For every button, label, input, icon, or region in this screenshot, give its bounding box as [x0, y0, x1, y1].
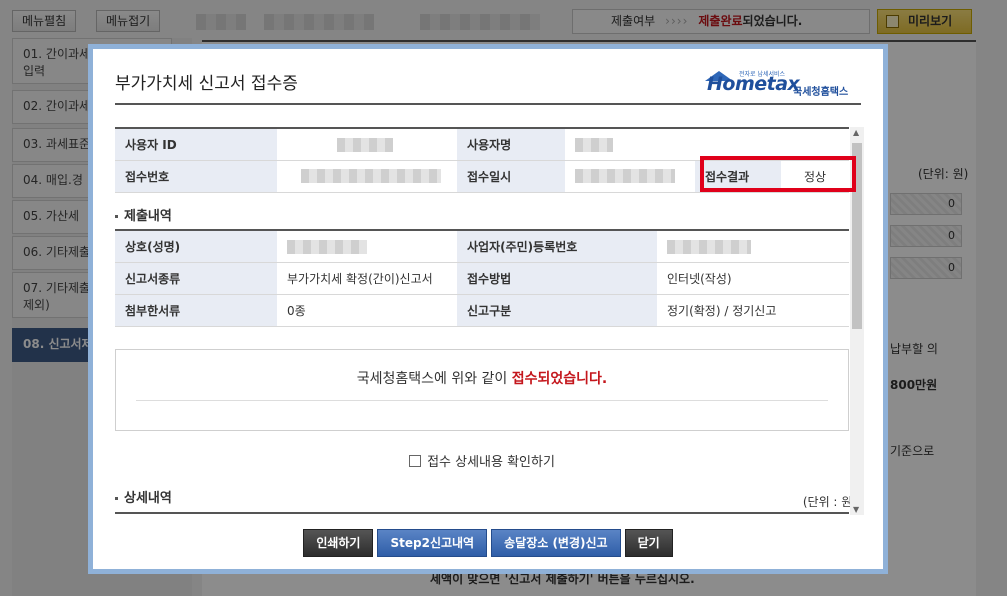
table-row: 신고서종류 부가가치세 확정(간이)신고서 접수방법 인터넷(작성) — [115, 262, 849, 295]
method-label: 접수방법 — [457, 262, 657, 295]
biz-no-value — [657, 229, 849, 263]
detail-check-row[interactable]: 접수 상세내용 확인하기 — [115, 451, 849, 470]
confirmation-message: 국세청홈택스에 위와 같이 접수되었습니다. — [116, 368, 848, 388]
section-label: 제출내역 — [124, 209, 172, 224]
detail-table — [115, 512, 849, 514]
user-name-label: 사용자명 — [457, 127, 565, 161]
blurred-value — [301, 169, 441, 184]
close-button[interactable]: 닫기 — [624, 529, 673, 557]
blurred-value — [575, 137, 613, 152]
modal-title: 부가가치세 신고서 접수증 — [115, 74, 298, 94]
hometax-logo: 전자로 납세서비스 Hometax 국세청홈택스 — [705, 69, 855, 101]
title-divider — [115, 103, 861, 105]
report-kind-value: 정기(확정) / 정기신고 — [657, 294, 849, 327]
message-text: 국세청홈택스에 위와 같이 — [356, 371, 512, 387]
report-kind-label: 신고구분 — [457, 294, 657, 327]
submission-section-title: 제출내역 — [115, 205, 172, 224]
modal-button-row: 인쇄하기 Step2신고내역 송달장소 (변경)신고 닫기 — [93, 529, 883, 557]
report-type-value: 부가가치세 확정(간이)신고서 — [277, 262, 457, 295]
print-button[interactable]: 인쇄하기 — [303, 529, 374, 557]
receipt-date-value — [565, 160, 695, 193]
bullet-icon — [115, 497, 118, 500]
detail-unit-label: (단위 : 원) — [802, 495, 857, 509]
step2-report-button[interactable]: Step2신고내역 — [377, 529, 488, 557]
receipt-no-label: 접수번호 — [115, 160, 277, 193]
company-value — [277, 229, 457, 263]
delivery-change-button[interactable]: 송달장소 (변경)신고 — [491, 529, 621, 557]
receipt-no-value — [277, 160, 457, 193]
user-id-value — [277, 127, 457, 161]
logo-subtitle: 국세청홈택스 — [793, 87, 849, 98]
logo-wordmark: Hometax — [707, 73, 800, 95]
blurred-value — [667, 239, 751, 254]
attach-value: 0종 — [277, 294, 457, 327]
table-row: 상호(성명) 사업자(주민)등록번호 — [115, 229, 849, 263]
checkbox-label: 접수 상세내용 확인하기 — [427, 455, 555, 470]
receipt-modal: 부가가치세 신고서 접수증 전자로 납세서비스 Hometax 국세청홈택스 사… — [88, 44, 888, 574]
blurred-value — [337, 137, 393, 152]
submission-table: 상호(성명) 사업자(주민)등록번호 신고서종류 부가가치세 확정(간이)신고서… — [115, 229, 849, 327]
bullet-icon — [115, 215, 118, 218]
method-value: 인터넷(작성) — [657, 262, 849, 295]
table-row: 첨부한서류 0종 신고구분 정기(확정) / 정기신고 — [115, 294, 849, 327]
receipt-date-label: 접수일시 — [457, 160, 565, 193]
result-highlight-box — [700, 156, 856, 192]
report-type-label: 신고서종류 — [115, 262, 277, 295]
blurred-value — [287, 239, 367, 254]
biz-no-label: 사업자(주민)등록번호 — [457, 229, 657, 263]
scroll-up-icon[interactable]: ▲ — [853, 128, 859, 137]
attach-label: 첨부한서류 — [115, 294, 277, 327]
detail-checkbox[interactable] — [409, 455, 422, 467]
section-label: 상세내역 — [124, 491, 172, 506]
detail-section-title: 상세내역 — [115, 487, 172, 506]
scroll-down-icon[interactable]: ▼ — [853, 505, 859, 514]
user-id-label: 사용자 ID — [115, 127, 277, 161]
message-divider — [136, 400, 828, 401]
message-highlight: 접수되었습니다. — [511, 371, 608, 387]
blurred-value — [575, 169, 675, 184]
company-label: 상호(성명) — [115, 229, 277, 263]
confirmation-message-box: 국세청홈택스에 위와 같이 접수되었습니다. — [115, 349, 849, 431]
